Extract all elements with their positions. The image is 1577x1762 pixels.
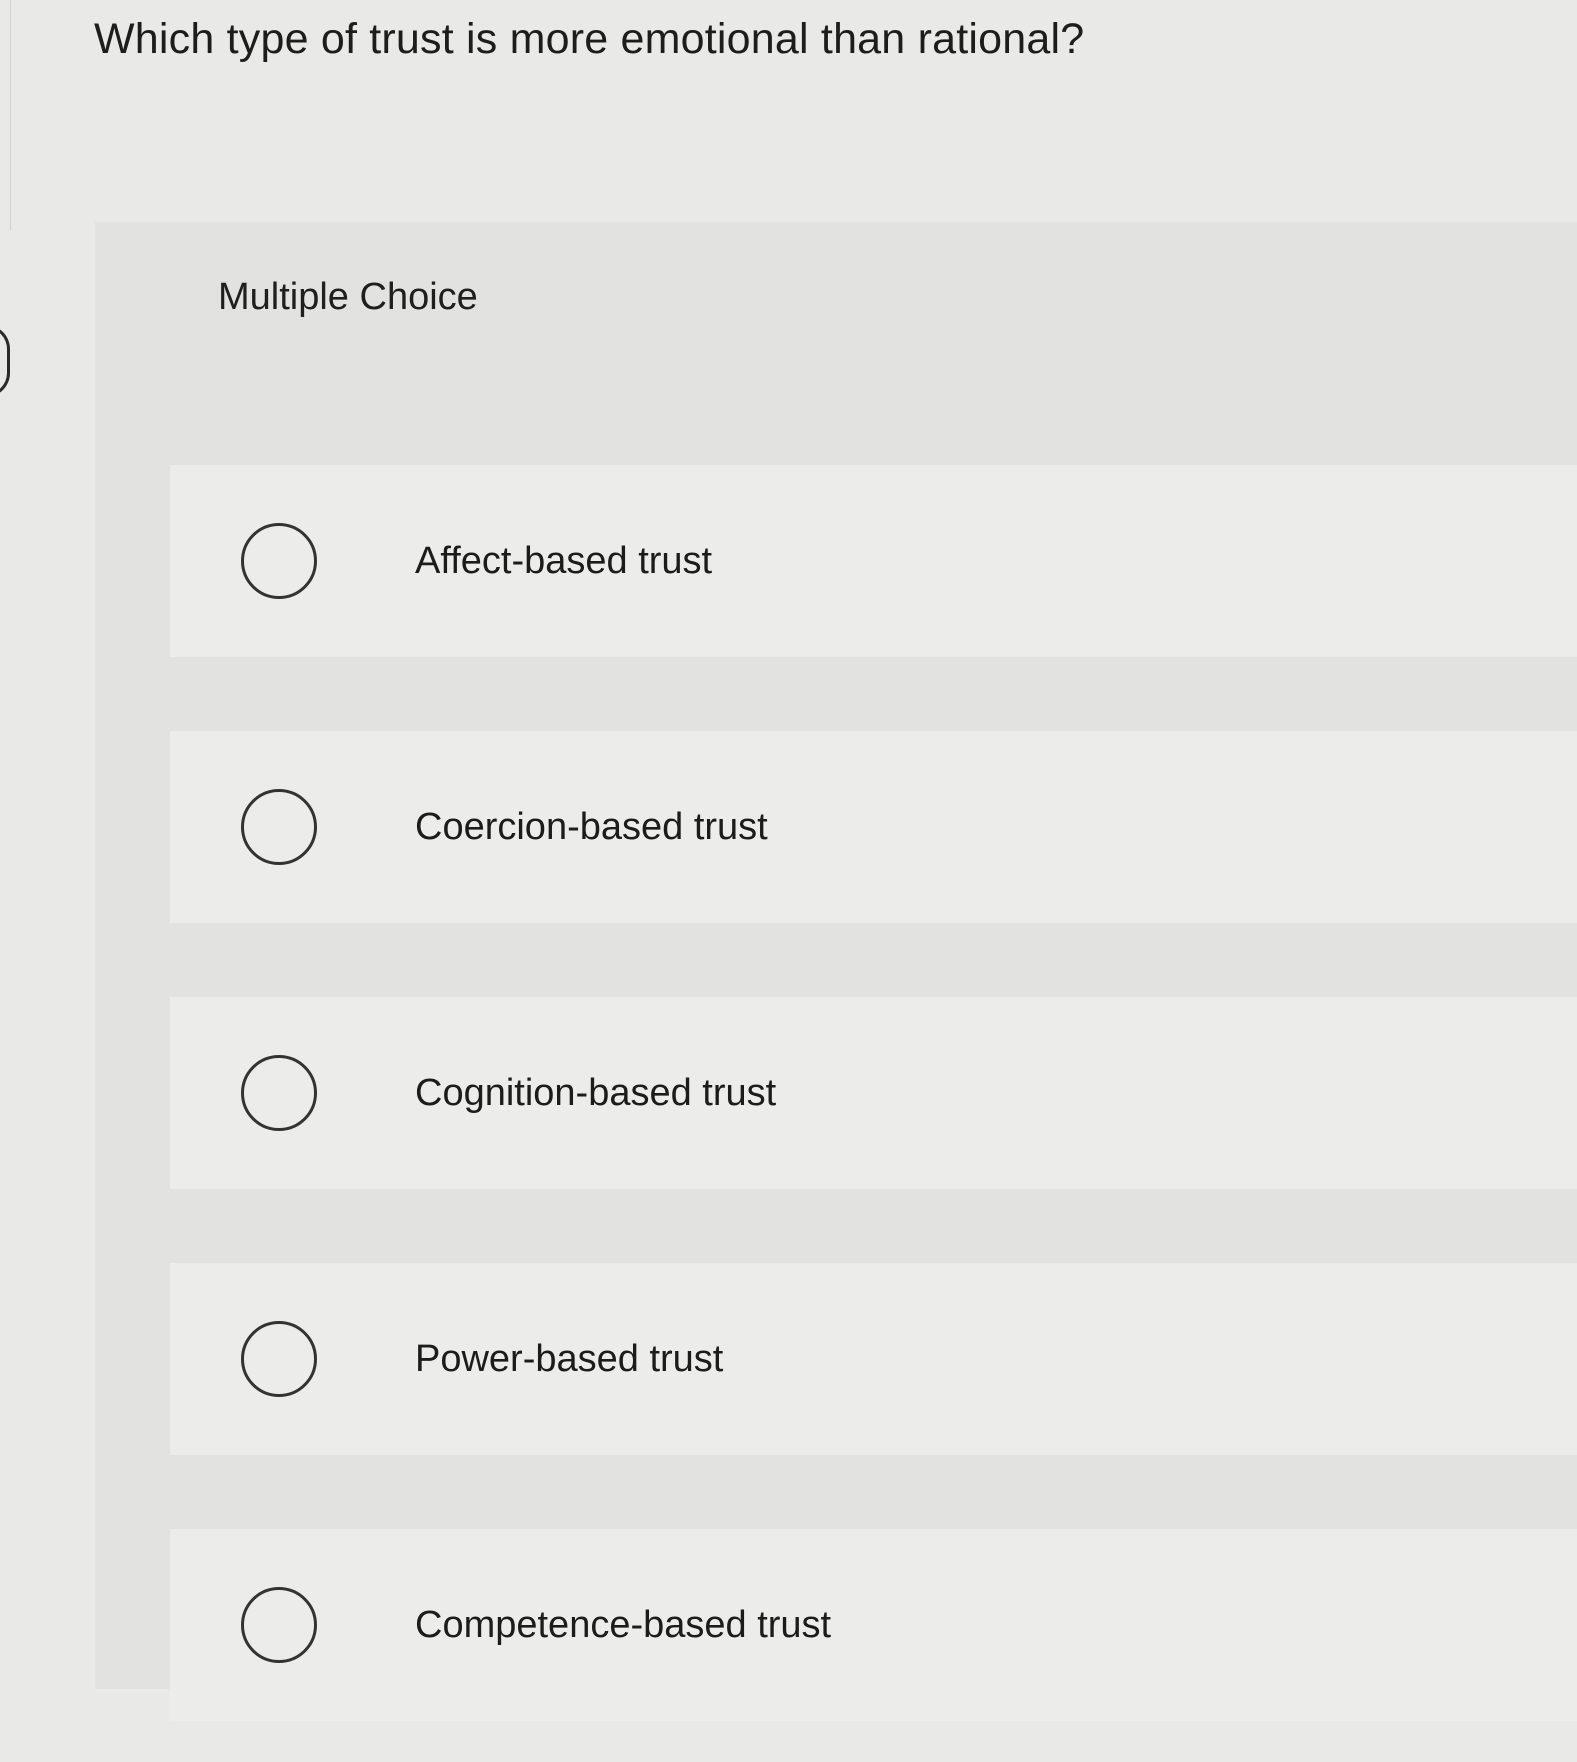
option-coercion-based[interactable]: Coercion-based trust — [170, 731, 1577, 923]
option-label[interactable]: Cognition-based trust — [415, 1069, 776, 1117]
radio-button[interactable] — [241, 1055, 317, 1131]
option-label[interactable]: Coercion-based trust — [415, 803, 768, 851]
option-power-based[interactable]: Power-based trust — [170, 1263, 1577, 1455]
radio-button[interactable] — [241, 523, 317, 599]
question-text: Which type of trust is more emotional th… — [94, 15, 1085, 63]
answer-panel: Multiple Choice Affect-based trust Coerc… — [95, 222, 1577, 1721]
window-edge — [0, 0, 11, 230]
option-label[interactable]: Affect-based trust — [415, 537, 712, 585]
radio-button[interactable] — [241, 1321, 317, 1397]
radio-button[interactable] — [241, 789, 317, 865]
radio-button[interactable] — [241, 1587, 317, 1663]
side-tab-handle[interactable] — [0, 325, 10, 397]
option-affect-based[interactable]: Affect-based trust — [170, 465, 1577, 657]
option-label[interactable]: Competence-based trust — [415, 1601, 831, 1649]
option-cognition-based[interactable]: Cognition-based trust — [170, 997, 1577, 1189]
option-competence-based[interactable]: Competence-based trust — [170, 1529, 1577, 1721]
option-label[interactable]: Power-based trust — [415, 1335, 723, 1383]
multiple-choice-label: Multiple Choice — [218, 276, 478, 318]
